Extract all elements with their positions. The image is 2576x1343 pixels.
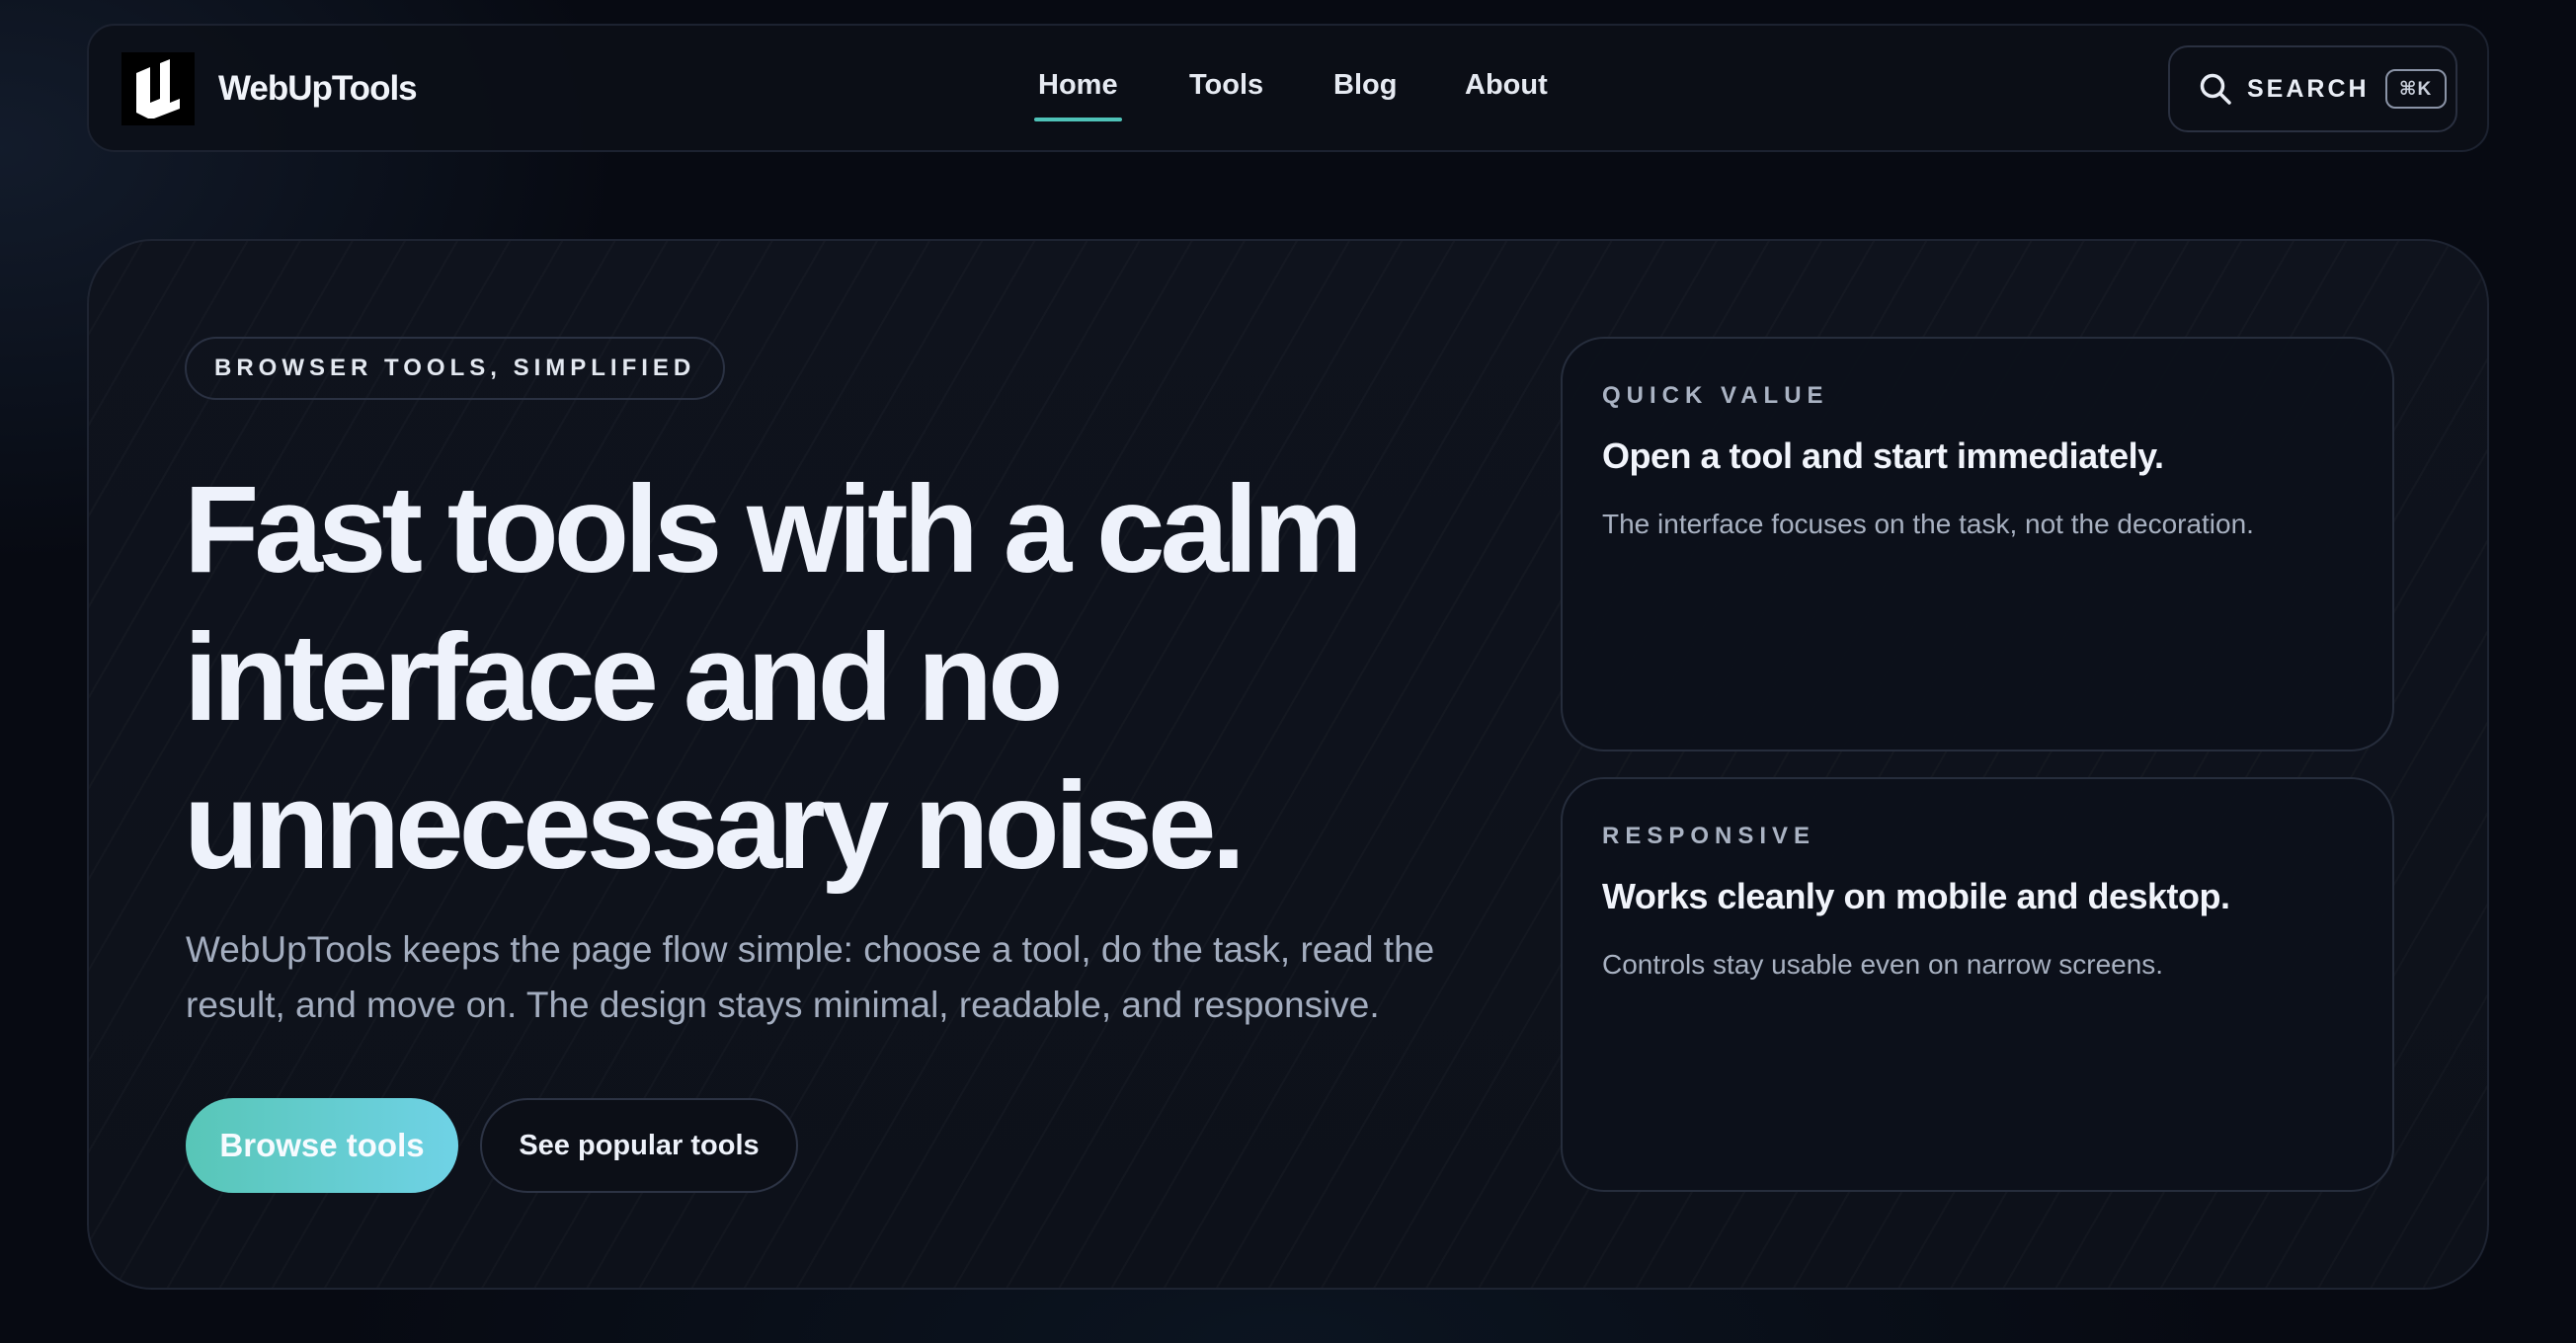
feature-card-quick-value: QUICK VALUE Open a tool and start immedi… <box>1561 337 2394 751</box>
search-icon <box>2200 73 2231 105</box>
card-eyebrow: RESPONSIVE <box>1602 823 1816 849</box>
nav-blog[interactable]: Blog <box>1333 69 1397 102</box>
description-line-1: WebUpTools keeps the page flow simple: c… <box>186 929 1435 970</box>
nav-about[interactable]: About <box>1465 69 1548 102</box>
search-shortcut-badge: ⌘K <box>2384 69 2447 109</box>
card-title: Open a tool and start immediately. <box>1602 435 2164 476</box>
hero-eyebrow-badge: BROWSER TOOLS, SIMPLIFIED <box>185 337 726 400</box>
card-title: Works cleanly on mobile and desktop. <box>1602 876 2230 916</box>
feature-card-responsive: RESPONSIVE Works cleanly on mobile and d… <box>1561 777 2394 1192</box>
main-nav: Home Tools Blog About <box>89 26 2487 150</box>
headline-line-3: unnecessary noise. <box>184 757 1246 895</box>
hero-section: BROWSER TOOLS, SIMPLIFIED Fast tools wit… <box>87 239 2489 1290</box>
nav-home[interactable]: Home <box>1034 69 1122 121</box>
card-text: Controls stay usable even on narrow scre… <box>1602 949 2164 980</box>
headline-line-2: interface and no <box>184 609 1063 747</box>
card-text: The interface focuses on the task, not t… <box>1602 509 2254 539</box>
hero-description: WebUpTools keeps the page flow simple: c… <box>186 922 1499 1033</box>
hero-headline: Fast tools with a calm interface and no … <box>184 456 1468 901</box>
description-line-2: result, and move on. The design stays mi… <box>186 985 1380 1025</box>
browse-tools-button[interactable]: Browse tools <box>186 1098 458 1193</box>
card-eyebrow: QUICK VALUE <box>1602 382 1829 409</box>
headline-line-1: Fast tools with a calm <box>184 461 1363 598</box>
search-label: SEARCH <box>2247 74 2370 103</box>
search-button[interactable]: SEARCH ⌘K <box>2168 45 2457 132</box>
nav-tools[interactable]: Tools <box>1189 69 1263 102</box>
see-popular-tools-button[interactable]: See popular tools <box>480 1098 798 1193</box>
top-navbar: WebUpTools Home Tools Blog About SEARCH … <box>87 24 2489 152</box>
